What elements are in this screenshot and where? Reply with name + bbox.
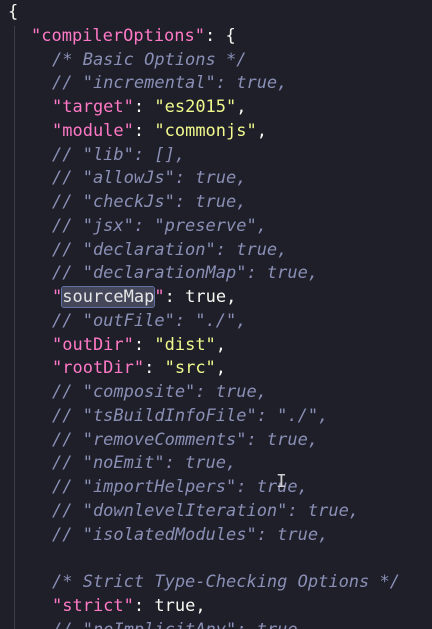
code-token: " <box>154 287 165 307</box>
code-token: "es2015" <box>154 97 237 117</box>
code-line[interactable]: // "checkJs": true, <box>52 190 246 214</box>
code-line[interactable]: // "isolatedModules": true, <box>52 523 328 547</box>
code-line[interactable]: /* Basic Options */ <box>52 48 246 72</box>
code-token: , <box>195 595 206 616</box>
code-token: : <box>133 97 155 117</box>
code-token: // "outFile": "./", <box>52 310 247 331</box>
code-token: // "tsBuildInfoFile": "./", <box>52 405 329 426</box>
code-token: // "noImplicitAny": true, <box>52 620 308 629</box>
code-token: "dist" <box>154 334 216 355</box>
code-token: // "declaration": true, <box>52 239 288 260</box>
code-line[interactable]: // "composite": true, <box>52 380 267 404</box>
code-token: // "jsx": "preserve", <box>52 215 267 236</box>
code-token: " <box>52 287 63 307</box>
code-token: : <box>133 334 155 355</box>
code-token: // "removeComments": true, <box>52 429 319 450</box>
code-line[interactable]: // "noEmit": true, <box>52 451 236 475</box>
code-token: "strict" <box>52 595 134 616</box>
code-line[interactable]: "compilerOptions": { <box>31 24 236 48</box>
code-line[interactable]: // "allowJs": true, <box>52 166 246 190</box>
code-line[interactable]: "sourceMap": true, <box>52 285 236 309</box>
code-token: // "downlevelIteration": true, <box>52 500 360 521</box>
code-token: : <box>144 358 165 379</box>
code-token: // "isolatedModules": true, <box>52 524 329 545</box>
code-token: true <box>154 595 196 616</box>
indent-guide <box>14 26 15 629</box>
code-token: true <box>185 287 227 307</box>
code-line[interactable]: "target": "es2015", <box>52 95 247 119</box>
code-token: // "allowJs": true, <box>52 168 247 189</box>
code-line[interactable]: "rootDir": "src", <box>52 356 226 380</box>
selected-token: sourceMap <box>61 286 156 308</box>
code-token: // "importHelpers": true, <box>52 477 308 497</box>
code-token: : <box>164 287 186 307</box>
code-token: : { <box>205 25 236 46</box>
code-token: // "composite": true, <box>52 382 267 402</box>
code-line[interactable]: // "tsBuildInfoFile": "./", <box>52 404 328 428</box>
code-token: : <box>133 120 155 141</box>
code-line[interactable]: // "outFile": "./", <box>52 309 246 333</box>
code-line[interactable]: // "importHelpers": true, <box>52 475 308 499</box>
code-line[interactable]: // "removeComments": true, <box>52 428 318 452</box>
code-line[interactable]: // "jsx": "preserve", <box>52 214 267 238</box>
code-token: , <box>226 287 237 307</box>
code-line[interactable]: // "declarationMap": true, <box>52 261 318 285</box>
code-token: /* Strict Type-Checking Options */ <box>52 572 400 592</box>
code-token: // "incremental": true, <box>52 73 288 94</box>
code-token: /* Basic Options */ <box>52 49 247 70</box>
code-token: "src" <box>164 358 216 379</box>
code-token: : <box>133 595 155 616</box>
code-editor[interactable]: {"compilerOptions": {/* Basic Options */… <box>0 0 432 629</box>
code-token: // "declarationMap": true, <box>52 263 319 284</box>
code-line[interactable]: { <box>8 0 18 24</box>
code-token: // "noEmit": true, <box>52 453 237 474</box>
code-line[interactable]: // "lib": [], <box>52 143 185 167</box>
code-token: , <box>256 120 267 141</box>
code-token: , <box>215 358 227 379</box>
code-line[interactable]: "module": "commonjs", <box>52 119 267 143</box>
code-token: , <box>215 334 227 355</box>
code-line[interactable]: // "incremental": true, <box>52 71 287 95</box>
code-token: "outDir" <box>52 334 134 355</box>
code-token: // "checkJs": true, <box>52 192 247 212</box>
code-line[interactable]: "outDir": "dist", <box>52 333 226 357</box>
code-line[interactable]: "strict": true, <box>52 594 206 618</box>
text-cursor-icon: I <box>276 471 287 492</box>
code-token: , <box>236 97 247 117</box>
code-token: "module" <box>52 120 134 141</box>
code-line[interactable]: // "declaration": true, <box>52 238 287 262</box>
code-line[interactable]: // "downlevelIteration": true, <box>52 499 359 523</box>
code-token: "rootDir" <box>52 358 145 379</box>
code-token: { <box>8 2 19 22</box>
code-line[interactable]: /* Strict Type-Checking Options */ <box>52 570 400 594</box>
code-token: "compilerOptions" <box>31 25 205 46</box>
code-token: "commonjs" <box>154 120 257 141</box>
code-token: // "lib": [], <box>52 144 186 165</box>
code-token: "target" <box>52 97 134 117</box>
code-line[interactable]: // "noImplicitAny": true, <box>52 618 308 629</box>
